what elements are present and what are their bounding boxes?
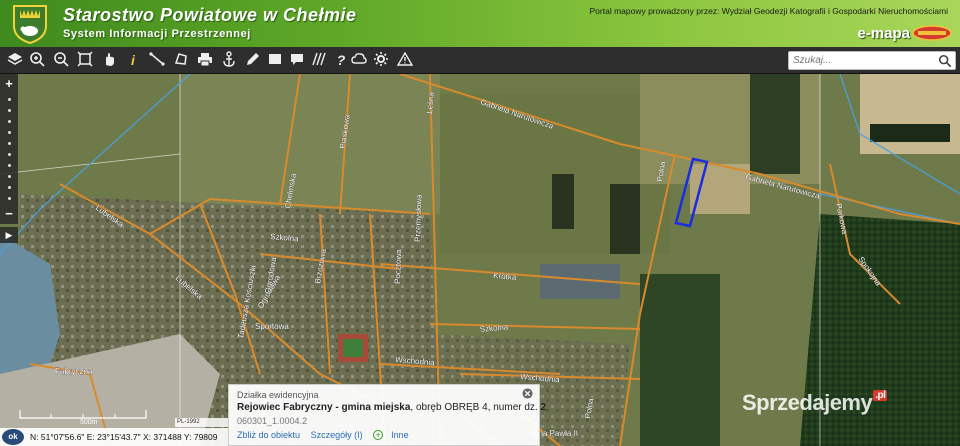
popup-type: Działka ewidencyjna: [237, 390, 319, 400]
zoom-plus-button[interactable]: +: [3, 77, 15, 90]
search-box: [788, 51, 956, 70]
road-label: Sportowa: [255, 322, 289, 331]
measure-area-icon[interactable]: [172, 51, 190, 69]
watermark: Sprzedajemy .pl: [742, 390, 888, 416]
field-strip: [610, 184, 640, 254]
zoom-level-step[interactable]: [8, 153, 11, 156]
page-title: Starostwo Powiatowe w Chełmie: [63, 5, 357, 25]
hatch-icon[interactable]: [310, 51, 328, 69]
emapa-logo-icon: [912, 25, 952, 41]
warning-icon[interactable]: [396, 51, 414, 69]
search-input[interactable]: [793, 53, 933, 68]
zoom-level-step[interactable]: [8, 131, 11, 134]
close-icon[interactable]: [522, 388, 533, 399]
field-area: [180, 74, 440, 214]
ok-button[interactable]: ok: [2, 429, 24, 445]
road-label: Pocztowa: [393, 249, 403, 285]
anchor-icon[interactable]: [220, 51, 238, 69]
coat-of-arms-icon: [13, 5, 47, 44]
forest-area: [640, 274, 720, 446]
edit-icon[interactable]: [244, 51, 262, 69]
road-label: Fabryczna: [55, 367, 93, 376]
details-link[interactable]: Szczegóły (I): [311, 430, 363, 440]
zoom-level-step[interactable]: [8, 197, 11, 200]
zoom-to-object-link[interactable]: Zbliż do obiektu: [237, 430, 300, 440]
zoom-level-step[interactable]: [8, 142, 11, 145]
zoom-level-step[interactable]: [8, 175, 11, 178]
header: Starostwo Powiatowe w Chełmie System Inf…: [0, 0, 960, 47]
zoom-out-icon[interactable]: [52, 51, 70, 69]
zoom-level-step[interactable]: [8, 120, 11, 123]
parcel-locality: Rejowiec Fabryczny - gmina miejska: [237, 402, 411, 413]
full-extent-icon[interactable]: [76, 51, 94, 69]
zoom-in-icon[interactable]: [28, 51, 46, 69]
parcel-id: 060301_1.0004.2: [237, 416, 308, 426]
layers-icon[interactable]: [6, 51, 24, 69]
watermark-text: Sprzedajemy: [742, 390, 873, 415]
parcel-number: 2: [540, 402, 547, 413]
portal-info: Portal mapowy prowadzony przez: Wydział …: [589, 6, 949, 16]
popup-links: Zbliż do obiektu Szczegóły (I) + Inne: [237, 430, 417, 440]
settings-icon[interactable]: [372, 51, 390, 69]
info-icon[interactable]: i: [124, 51, 142, 69]
cursor-coordinates: N: 51°07'56.6" E: 23°15'43.7" X: 371488 …: [30, 432, 218, 442]
measure-distance-icon[interactable]: [148, 51, 166, 69]
emapa-label: e-mapa: [857, 25, 910, 42]
search-icon[interactable]: [938, 54, 952, 68]
plus-circle-icon[interactable]: +: [373, 430, 384, 440]
print-icon[interactable]: [196, 51, 214, 69]
field-strip: [552, 174, 574, 229]
help-icon[interactable]: ?: [332, 51, 350, 69]
road-label: Przemysłowa: [413, 194, 424, 242]
forest-area: [750, 74, 800, 174]
field-strip: [870, 124, 950, 142]
draw-rectangle-icon[interactable]: [266, 51, 284, 69]
comment-icon[interactable]: [288, 51, 306, 69]
parcel-description: Rejowiec Fabryczny - gmina miejska, obrę…: [237, 402, 546, 413]
parcel-obreb: OBRĘB 4: [444, 402, 488, 413]
zoom-panel: + −: [0, 74, 18, 224]
parcel-obreb-prefix: , obręb: [410, 402, 445, 413]
zoom-level-step[interactable]: [8, 98, 11, 101]
page-subtitle: System Informacji Przestrzennej: [63, 28, 251, 40]
parcel-number-prefix: , numer dz.: [487, 402, 541, 413]
parcel-info-popup: Działka ewidencyjna Rejowiec Fabryczny -…: [228, 384, 546, 446]
zoom-minus-button[interactable]: −: [3, 207, 15, 220]
status-bar: ok N: 51°07'56.6" E: 23°15'43.7" X: 3714…: [0, 428, 228, 446]
other-link[interactable]: Inne: [391, 430, 409, 440]
crs-label: PL-1992: [175, 418, 230, 427]
zoom-level-step[interactable]: [8, 186, 11, 189]
watermark-suffix: .pl: [873, 390, 888, 401]
pan-icon[interactable]: [100, 51, 118, 69]
expand-panel-button[interactable]: ▶: [0, 227, 18, 243]
sports-field: [343, 339, 363, 357]
scale-label: 500m: [80, 419, 98, 426]
zoom-level-step[interactable]: [8, 109, 11, 112]
zoom-level-step[interactable]: [8, 164, 11, 167]
cloud-icon[interactable]: [350, 51, 368, 69]
